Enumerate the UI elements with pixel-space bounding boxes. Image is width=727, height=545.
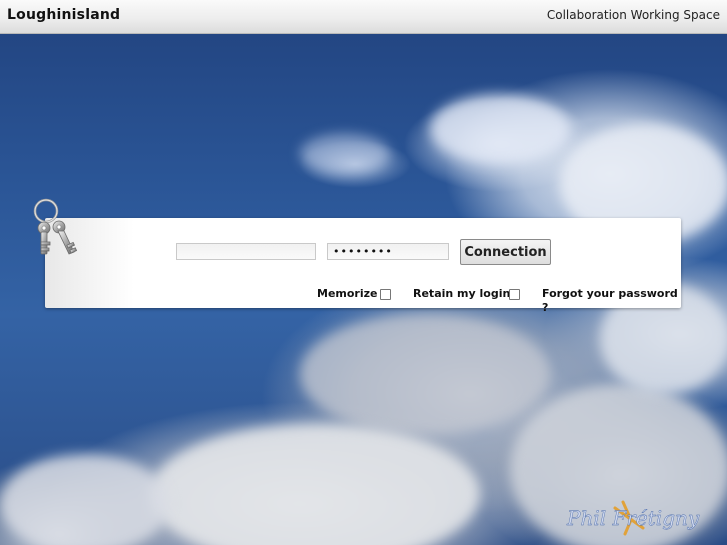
retain-login-label: Retain my login — [413, 287, 511, 300]
login-page: Loughinisland Collaboration Working Spac… — [0, 0, 727, 545]
cloud — [300, 134, 390, 174]
keys-icon — [33, 198, 78, 255]
cloud — [150, 424, 480, 545]
cloud — [430, 94, 570, 164]
cloud — [0, 454, 170, 545]
app-header: Loughinisland Collaboration Working Spac… — [0, 0, 727, 34]
app-subtitle: Collaboration Working Space — [546, 8, 720, 22]
memorize-checkbox[interactable] — [380, 289, 391, 300]
app-title: Loughinisland — [7, 7, 121, 23]
memorize-label: Memorize — [317, 287, 378, 300]
connection-button[interactable]: Connection — [460, 239, 551, 265]
password-input[interactable] — [327, 243, 449, 260]
login-panel: Connection Memorize Retain my login Forg… — [45, 218, 681, 314]
cloud — [300, 314, 550, 434]
forgot-password-link[interactable]: Forgot your password ? — [542, 287, 681, 315]
signature-text: Phil Frétigny — [566, 506, 700, 530]
photographer-signature: Phil Frétigny — [566, 500, 700, 536]
username-input[interactable] — [176, 243, 316, 260]
retain-login-checkbox[interactable] — [509, 289, 520, 300]
